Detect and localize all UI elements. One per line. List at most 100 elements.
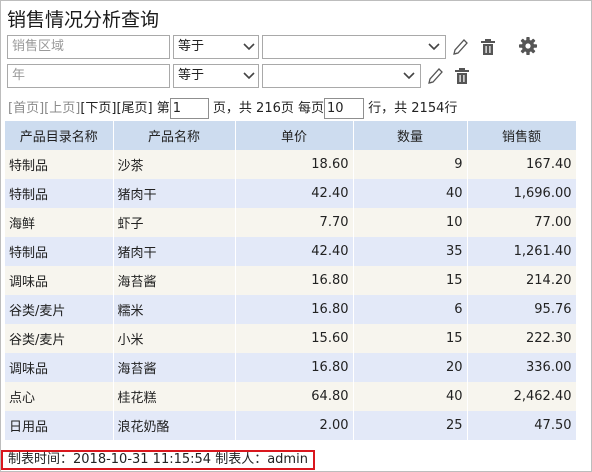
quantity-cell: 40 <box>353 179 468 208</box>
chevron-down-icon <box>243 72 255 80</box>
column-header[interactable]: 销售额 <box>467 121 577 150</box>
sales-amount-cell: 1,696.00 <box>467 179 577 208</box>
year-field-input[interactable]: 年 <box>7 64 170 88</box>
sales-amount-cell: 1,261.40 <box>467 237 577 266</box>
table-header-row: 产品目录名称 产品名称 单价 数量 销售额 <box>5 121 577 150</box>
page-size-input[interactable]: 10 <box>324 98 364 119</box>
quantity-cell: 9 <box>353 150 468 179</box>
category-cell: 调味品 <box>5 353 114 382</box>
next-page-link[interactable]: [下页] <box>80 101 116 116</box>
footer-text: 制表时间：2018-10-31 11:15:54 制表人：admin <box>8 452 308 467</box>
column-header[interactable]: 单价 <box>235 121 354 150</box>
prev-page-link[interactable]: [上页] <box>44 101 80 116</box>
quantity-cell: 40 <box>353 382 468 411</box>
first-page-link[interactable]: [首页] <box>8 101 44 116</box>
unit-price-cell: 2.00 <box>235 411 354 440</box>
page-title: 销售情况分析查询 <box>7 9 160 31</box>
product-cell: 猪肉干 <box>113 237 236 266</box>
column-header[interactable]: 数量 <box>353 121 468 150</box>
table-row: 谷类/麦片 糯米 16.80 6 95.76 <box>5 295 577 324</box>
category-cell: 海鲜 <box>5 208 114 237</box>
region-value-select[interactable] <box>262 35 446 59</box>
quantity-cell: 25 <box>353 411 468 440</box>
trash-icon[interactable] <box>453 66 471 86</box>
product-cell: 海苔酱 <box>113 353 236 382</box>
region-value-text <box>263 39 267 54</box>
year-operator-value: 等于 <box>178 68 205 83</box>
quantity-cell: 35 <box>353 237 468 266</box>
unit-price-cell: 16.80 <box>235 353 354 382</box>
report-footer: 制表时间：2018-10-31 11:15:54 制表人：admin <box>1 450 315 470</box>
year-value-text <box>263 68 267 83</box>
category-cell: 特制品 <box>5 179 114 208</box>
unit-price-cell: 16.80 <box>235 266 354 295</box>
unit-price-cell: 42.40 <box>235 179 354 208</box>
region-field-placeholder: 销售区域 <box>12 39 65 54</box>
sales-amount-cell: 336.00 <box>467 353 577 382</box>
row-count-label: 行，共 2154行 <box>368 101 458 116</box>
table-row: 海鲜 虾子 7.70 10 77.00 <box>5 208 577 237</box>
product-cell: 浪花奶酪 <box>113 411 236 440</box>
page-prefix-label: 第 <box>156 101 170 116</box>
quantity-cell: 20 <box>353 353 468 382</box>
column-header[interactable]: 产品目录名称 <box>5 121 114 150</box>
year-operator-select[interactable]: 等于 <box>173 64 259 88</box>
unit-price-cell: 42.40 <box>235 237 354 266</box>
table-row: 谷类/麦片 小米 15.60 15 222.30 <box>5 324 577 353</box>
category-cell: 谷类/麦片 <box>5 295 114 324</box>
product-cell: 虾子 <box>113 208 236 237</box>
gear-icon[interactable] <box>518 36 538 56</box>
pencil-icon[interactable] <box>426 66 444 86</box>
chevron-down-icon <box>243 43 255 51</box>
chevron-down-icon <box>428 43 440 51</box>
category-cell: 特制品 <box>5 237 114 266</box>
sales-amount-cell: 95.76 <box>467 295 577 324</box>
quantity-cell: 6 <box>353 295 468 324</box>
chevron-down-icon <box>403 72 415 80</box>
product-cell: 沙茶 <box>113 150 236 179</box>
table-row: 调味品 海苔酱 16.80 15 214.20 <box>5 266 577 295</box>
sales-amount-cell: 222.30 <box>467 324 577 353</box>
category-cell: 特制品 <box>5 150 114 179</box>
product-cell: 小米 <box>113 324 236 353</box>
unit-price-cell: 16.80 <box>235 295 354 324</box>
quantity-cell: 10 <box>353 208 468 237</box>
pagination-bar: [首页][上页][下页][尾页] 第1 页，共 216页 每页 10 行，共 21… <box>8 98 457 120</box>
product-cell: 桂花糕 <box>113 382 236 411</box>
sales-amount-cell: 2,462.40 <box>467 382 577 411</box>
category-cell: 谷类/麦片 <box>5 324 114 353</box>
year-field-placeholder: 年 <box>12 68 26 83</box>
product-cell: 猪肉干 <box>113 179 236 208</box>
sales-amount-cell: 167.40 <box>467 150 577 179</box>
unit-price-cell: 7.70 <box>235 208 354 237</box>
last-page-link[interactable]: [尾页] <box>116 101 152 116</box>
quantity-cell: 15 <box>353 324 468 353</box>
year-value-select[interactable] <box>262 64 421 88</box>
category-cell: 调味品 <box>5 266 114 295</box>
table-row: 特制品 沙茶 18.60 9 167.40 <box>5 150 577 179</box>
quantity-cell: 15 <box>353 266 468 295</box>
product-cell: 糯米 <box>113 295 236 324</box>
table-row: 特制品 猪肉干 42.40 35 1,261.40 <box>5 237 577 266</box>
product-cell: 海苔酱 <box>113 266 236 295</box>
column-header[interactable]: 产品名称 <box>113 121 236 150</box>
sales-amount-cell: 47.50 <box>467 411 577 440</box>
sales-amount-cell: 77.00 <box>467 208 577 237</box>
page-count-label: 页，共 216页 每页 <box>212 101 324 116</box>
sales-table: 产品目录名称 产品名称 单价 数量 销售额 特制品 沙茶 18.60 9 167.40 特… <box>5 121 577 440</box>
unit-price-cell: 64.80 <box>235 382 354 411</box>
table-row: 特制品 猪肉干 42.40 40 1,696.00 <box>5 179 577 208</box>
trash-icon[interactable] <box>479 37 497 57</box>
table-row: 点心 桂花糕 64.80 40 2,462.40 <box>5 382 577 411</box>
region-operator-value: 等于 <box>178 39 205 54</box>
table-row: 调味品 海苔酱 16.80 20 336.00 <box>5 353 577 382</box>
region-operator-select[interactable]: 等于 <box>173 35 259 59</box>
region-field-input[interactable]: 销售区域 <box>7 35 170 59</box>
category-cell: 日用品 <box>5 411 114 440</box>
category-cell: 点心 <box>5 382 114 411</box>
sales-amount-cell: 214.20 <box>467 266 577 295</box>
unit-price-cell: 15.60 <box>235 324 354 353</box>
unit-price-cell: 18.60 <box>235 150 354 179</box>
page-number-input[interactable]: 1 <box>169 98 209 119</box>
pencil-icon[interactable] <box>451 37 469 57</box>
